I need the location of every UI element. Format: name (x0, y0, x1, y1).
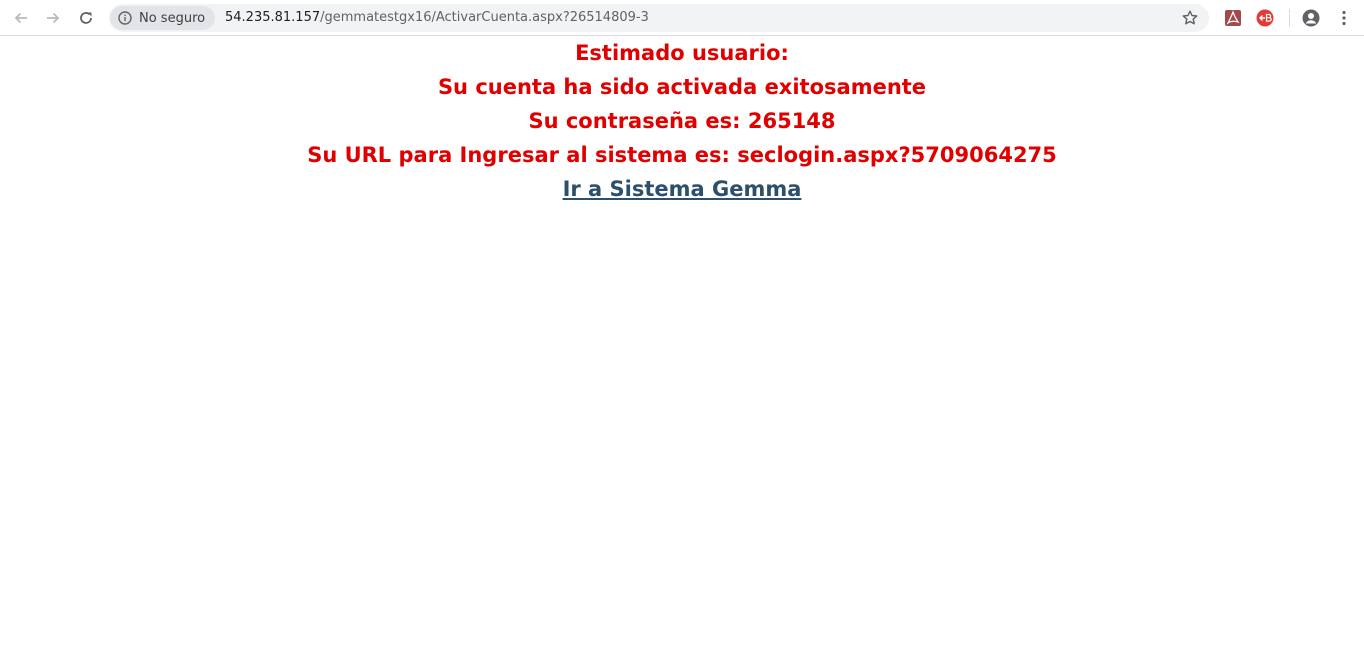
activation-message: Su cuenta ha sido activada exitosamente (437, 75, 927, 99)
password-message: Su contraseña es: 265148 (528, 109, 836, 133)
browser-toolbar: No seguro 54.235.81.157/gemmatestgx16/Ac… (0, 0, 1364, 36)
greeting-text: Estimado usuario: (575, 41, 789, 65)
reload-button[interactable] (74, 6, 98, 30)
extension-button[interactable] (1256, 9, 1274, 27)
back-arrow-icon (14, 12, 27, 24)
account-icon (1302, 9, 1320, 27)
reload-icon (80, 12, 92, 24)
pdf-extension-icon (1225, 10, 1241, 26)
page-content: Estimado usuario: Su cuenta ha sido acti… (0, 36, 1364, 206)
url-host: 54.235.81.157 (225, 10, 321, 25)
security-chip[interactable]: No seguro (110, 6, 216, 30)
profile-button[interactable] (1302, 9, 1320, 27)
login-url-message: Su URL para Ingresar al sistema es: secl… (307, 143, 1057, 167)
menu-icon (1342, 10, 1346, 26)
url-text[interactable]: 54.235.81.157/gemmatestgx16/ActivarCuent… (225, 10, 649, 25)
go-to-gemma-link[interactable]: Ir a Sistema Gemma (563, 177, 802, 201)
security-label: No seguro (139, 10, 206, 26)
bookmark-button[interactable] (1181, 9, 1199, 32)
star-icon (1182, 10, 1198, 25)
extension-icon (1256, 9, 1274, 27)
forward-arrow-icon (47, 12, 60, 24)
forward-button[interactable] (41, 6, 65, 30)
back-button[interactable] (9, 6, 33, 30)
pdf-extension-button[interactable] (1224, 9, 1242, 27)
link-container: Ir a Sistema Gemma (0, 172, 1364, 206)
address-bar[interactable]: No seguro 54.235.81.157/gemmatestgx16/Ac… (109, 4, 1209, 32)
url-path: /gemmatestgx16/ActivarCuenta.aspx?265148… (320, 10, 649, 25)
info-icon (118, 11, 132, 25)
toolbar-divider (1289, 9, 1290, 27)
browser-menu-button[interactable] (1335, 9, 1353, 27)
